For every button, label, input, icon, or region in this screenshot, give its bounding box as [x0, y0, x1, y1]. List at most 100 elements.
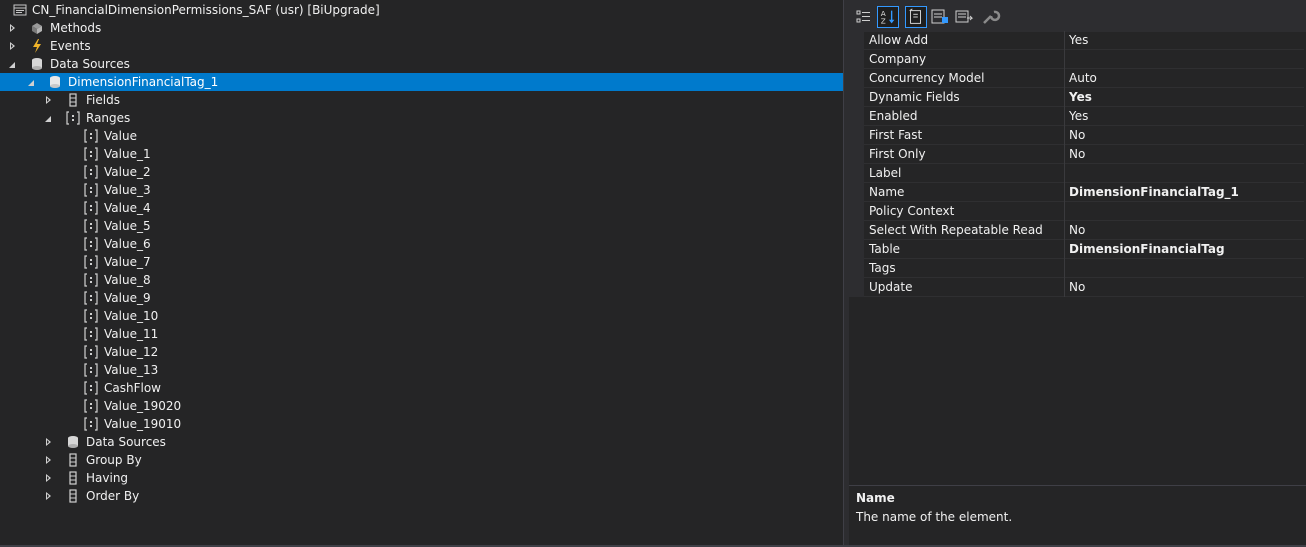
tree-node-range-item[interactable]: Value_19020	[0, 397, 843, 415]
tree-node-label: Value	[104, 129, 137, 143]
tree-node-order-by[interactable]: Order By	[0, 487, 843, 505]
chevron-right-icon[interactable]	[8, 19, 18, 37]
property-value[interactable]: Yes	[1069, 107, 1088, 126]
range-icon	[84, 399, 98, 413]
property-row[interactable]: Concurrency Model Auto	[849, 69, 1304, 88]
database-icon	[68, 436, 78, 448]
tree-node-range-item[interactable]: Value_7	[0, 253, 843, 271]
property-value[interactable]: No	[1069, 221, 1085, 240]
tree-node-range-item[interactable]: Value_4	[0, 199, 843, 217]
property-row[interactable]: Company	[849, 50, 1304, 69]
tree-node-group-by[interactable]: Group By	[0, 451, 843, 469]
property-row[interactable]: Tags	[849, 259, 1304, 278]
tree-node-data-sources[interactable]: Data Sources	[0, 55, 843, 73]
property-gutter	[849, 69, 864, 88]
tree-node-range-item[interactable]: Value_8	[0, 271, 843, 289]
tree-root[interactable]: CN_FinancialDimensionPermissions_SAF (us…	[0, 1, 843, 19]
tree-node-having[interactable]: Having	[0, 469, 843, 487]
tree-node-range-item[interactable]: CashFlow	[0, 379, 843, 397]
tree-node-range-item[interactable]: Value_12	[0, 343, 843, 361]
property-gutter	[849, 202, 864, 221]
tree-node-label: Value_3	[104, 183, 151, 197]
form-icon	[13, 4, 27, 16]
events-list-icon[interactable]	[929, 6, 951, 28]
chevron-right-icon[interactable]	[44, 469, 54, 487]
tree-node-fields[interactable]: Fields	[0, 91, 843, 109]
tree-node-methods[interactable]: Methods	[0, 19, 843, 37]
tree-node-sub-data-sources[interactable]: Data Sources	[0, 433, 843, 451]
solution-tree: CN_FinancialDimensionPermissions_SAF (us…	[0, 0, 843, 547]
chevron-right-icon[interactable]	[44, 91, 54, 109]
property-gutter	[849, 88, 864, 107]
chevron-down-icon[interactable]	[8, 55, 18, 73]
property-pages-icon[interactable]	[953, 6, 975, 28]
tree-node-label: Value_5	[104, 219, 151, 233]
range-icon	[84, 147, 98, 161]
chevron-down-icon[interactable]	[44, 109, 54, 127]
tree-node-ranges[interactable]: Ranges	[0, 109, 843, 127]
property-value[interactable]: No	[1069, 278, 1085, 297]
tree-node-label: Fields	[86, 93, 120, 107]
property-row[interactable]: Update No	[849, 278, 1304, 297]
chevron-right-icon[interactable]	[8, 37, 18, 55]
property-value[interactable]: No	[1069, 126, 1085, 145]
tree-node-label: Data Sources	[50, 57, 130, 71]
tree-node-events[interactable]: Events	[0, 37, 843, 55]
tree-node-label: Value_19010	[104, 417, 182, 431]
chevron-right-icon[interactable]	[44, 487, 54, 505]
tree-node-label: Value_11	[104, 327, 159, 341]
property-row[interactable]: Policy Context	[849, 202, 1304, 221]
database-icon	[50, 76, 60, 88]
methods-icon	[32, 23, 42, 34]
property-value[interactable]: Yes	[1069, 31, 1088, 50]
property-name: Allow Add	[869, 31, 1065, 50]
tree-node-range-item[interactable]: Value_11	[0, 325, 843, 343]
property-value[interactable]: Auto	[1069, 69, 1097, 88]
tree-node-range-item[interactable]: Value_10	[0, 307, 843, 325]
wrench-icon[interactable]	[979, 6, 1001, 28]
property-row[interactable]: Dynamic Fields Yes	[849, 88, 1304, 107]
tree-node-range-item[interactable]: Value_3	[0, 181, 843, 199]
tree-node-range-item[interactable]: Value	[0, 127, 843, 145]
tree-node-label: Value_10	[104, 309, 159, 323]
range-icon	[84, 219, 98, 233]
properties-page-icon[interactable]	[905, 6, 927, 28]
property-row[interactable]: First Fast No	[849, 126, 1304, 145]
property-row[interactable]: First Only No	[849, 145, 1304, 164]
tree-node-range-item[interactable]: Value_19010	[0, 415, 843, 433]
categorized-icon[interactable]	[853, 6, 875, 28]
property-row[interactable]: Name DimensionFinancialTag_1	[849, 183, 1304, 202]
range-icon	[66, 111, 80, 125]
property-name: Company	[869, 50, 1065, 69]
property-value[interactable]: DimensionFinancialTag_1	[1069, 183, 1239, 202]
property-name: Policy Context	[869, 202, 1065, 221]
tree-node-range-item[interactable]: Value_5	[0, 217, 843, 235]
property-row[interactable]: Label	[849, 164, 1304, 183]
property-row[interactable]: Allow Add Yes	[849, 31, 1304, 50]
property-row[interactable]: Enabled Yes	[849, 107, 1304, 126]
tree-node-range-item[interactable]: Value_9	[0, 289, 843, 307]
property-row[interactable]: Select With Repeatable Read No	[849, 221, 1304, 240]
sort-alphabetical-icon[interactable]: A Z	[877, 6, 899, 28]
tree-node-range-item[interactable]: Value_13	[0, 361, 843, 379]
chevron-right-icon[interactable]	[44, 451, 54, 469]
chevron-right-icon[interactable]	[44, 433, 54, 451]
property-value[interactable]: Yes	[1069, 88, 1092, 107]
chevron-down-icon[interactable]	[27, 73, 37, 91]
range-icon	[84, 291, 98, 305]
property-value[interactable]: No	[1069, 145, 1085, 164]
tree-node-label: Value_12	[104, 345, 159, 359]
range-icon	[84, 165, 98, 179]
properties-toolbar: A Z	[849, 0, 1306, 32]
tree-node-range-item[interactable]: Value_2	[0, 163, 843, 181]
property-name: Concurrency Model	[869, 69, 1065, 88]
tree-node-range-item[interactable]: Value_6	[0, 235, 843, 253]
tree-node-dimensionfinancialtag-1[interactable]: DimensionFinancialTag_1	[0, 73, 843, 91]
range-icon	[84, 201, 98, 215]
tree-node-range-item[interactable]: Value_1	[0, 145, 843, 163]
range-icon	[84, 381, 98, 395]
property-name: Enabled	[869, 107, 1065, 126]
tree-node-label: Methods	[50, 21, 102, 35]
property-row[interactable]: Table DimensionFinancialTag	[849, 240, 1304, 259]
property-value[interactable]: DimensionFinancialTag	[1069, 240, 1225, 259]
